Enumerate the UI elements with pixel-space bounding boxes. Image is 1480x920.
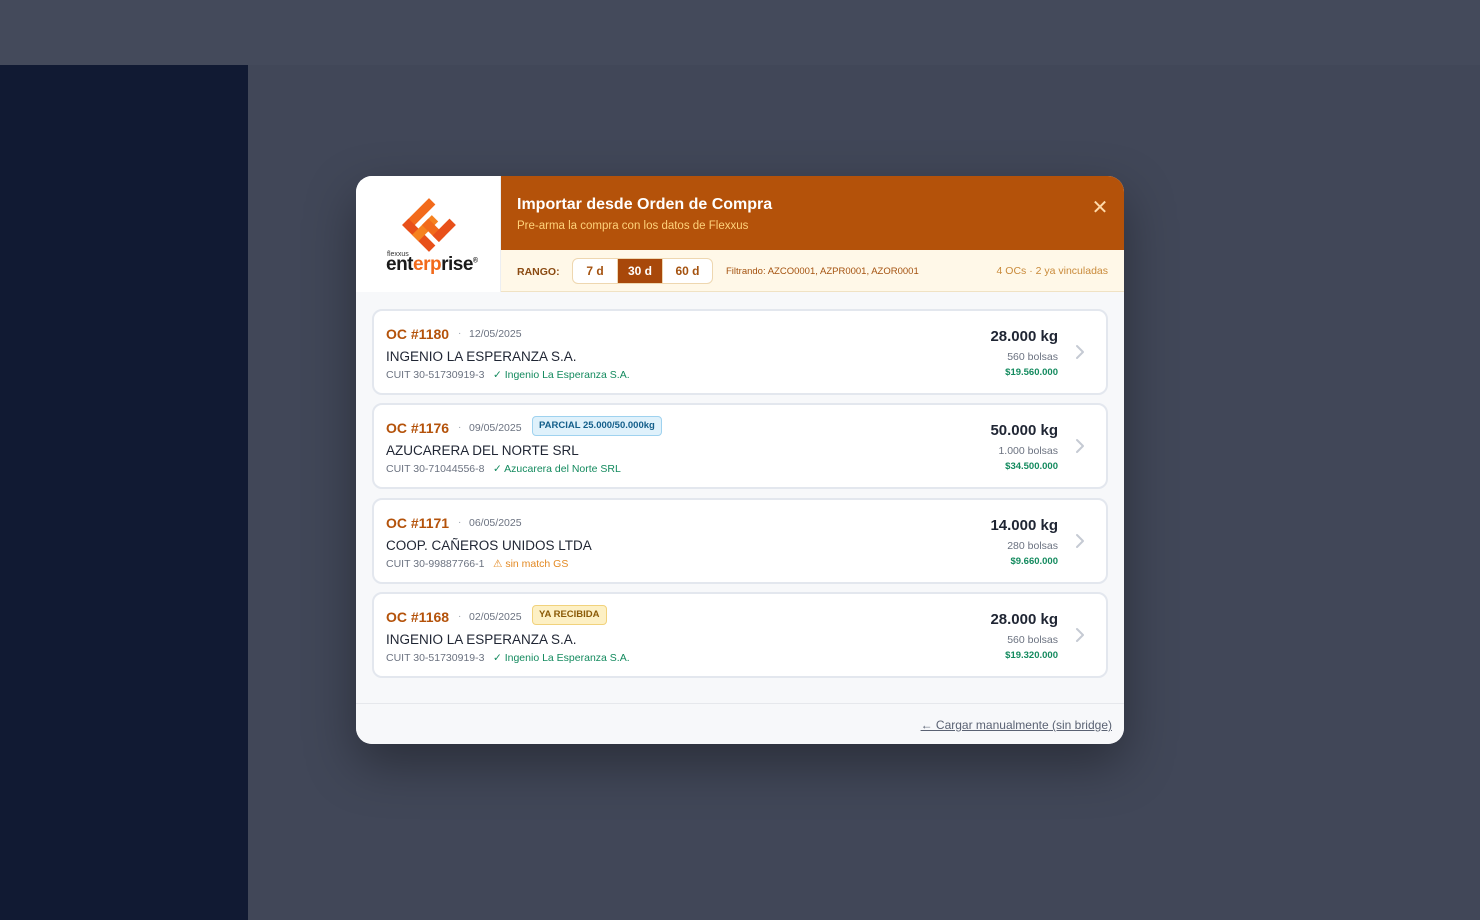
logo-wordmark: enterprise® [386,254,478,276]
order-weight: 28.000 kg [990,611,1058,628]
order-number: OC #1168 [386,609,450,625]
chevron-right-icon [1076,534,1084,548]
manual-load-link[interactable]: ← Cargar manualmente (sin bridge) [921,718,1112,732]
order-number: OC #1171 [386,515,450,531]
separator: · [458,328,462,339]
supplier-match: ✓ Ingenio La Esperanza S.A. [493,369,630,381]
app-sidebar [0,65,248,920]
supplier-cuit: CUIT 30-51730919-3 [386,652,485,664]
range-30d-button[interactable]: 30 d [618,259,663,283]
order-card[interactable]: OC #1171 · 06/05/2025 COOP. CAÑEROS UNID… [372,498,1108,584]
supplier-no-match-warning: ⚠ sin match GS [493,558,569,570]
order-weight: 28.000 kg [990,328,1058,345]
order-date: 12/05/2025 [469,328,522,340]
separator: · [458,611,462,622]
chevron-right-icon [1076,345,1084,359]
modal-footer: ← Cargar manualmente (sin bridge) [356,703,1124,744]
import-oc-modal: flexxus enterprise® Importar desde Orden… [356,176,1124,744]
order-bags: 560 bolsas [1007,634,1058,646]
order-date: 02/05/2025 [469,611,522,623]
supplier-cuit: CUIT 30-51730919-3 [386,369,485,381]
supplier-match: ✓ Azucarera del Norte SRL [493,463,621,475]
range-7d-button[interactable]: 7 d [573,259,618,283]
supplier-match: ✓ Ingenio La Esperanza S.A. [493,652,630,664]
order-amount: $19.560.000 [1005,367,1058,378]
order-number: OC #1176 [386,420,450,436]
modal-title: Importar desde Orden de Compra [517,196,773,213]
range-label: RANGO: [517,266,560,278]
filter-products-text: Filtrando: AZCO0001, AZPR0001, AZOR0001 [726,266,919,277]
modal-title-bar: Importar desde Orden de Compra Pre-arma … [501,176,1124,250]
supplier-name: COOP. CAÑEROS UNIDOS LTDA [386,538,592,553]
order-weight: 50.000 kg [990,422,1058,439]
brand-logo: flexxus enterprise® [356,176,501,292]
order-amount: $19.320.000 [1005,650,1058,661]
order-bags: 1.000 bolsas [998,445,1058,457]
app-topbar [0,0,1480,65]
received-badge: YA RECIBIDA [532,605,607,625]
order-date: 06/05/2025 [469,517,522,529]
order-amount: $34.500.000 [1005,461,1058,472]
chevron-right-icon [1076,439,1084,453]
chevron-right-icon [1076,628,1084,642]
supplier-name: INGENIO LA ESPERANZA S.A. [386,632,577,647]
supplier-name: INGENIO LA ESPERANZA S.A. [386,349,577,364]
order-number: OC #1180 [386,326,450,342]
close-icon[interactable]: ✕ [1090,198,1110,218]
supplier-name: AZUCARERA DEL NORTE SRL [386,443,579,458]
supplier-cuit: CUIT 30-99887766-1 [386,558,485,570]
order-weight: 14.000 kg [990,517,1058,534]
separator: · [458,422,462,433]
order-card[interactable]: OC #1176 · 09/05/2025 PARCIAL 25.000/50.… [372,403,1108,489]
filter-bar: RANGO: 7 d 30 d 60 d Filtrando: AZCO0001… [501,250,1124,292]
logo-registered-mark: ® [472,257,478,265]
logo-word-c: rise [441,254,473,275]
modal-header: flexxus enterprise® Importar desde Orden… [356,176,1124,292]
order-card[interactable]: OC #1168 · 02/05/2025 YA RECIBIDA INGENI… [372,592,1108,678]
orders-count: 4 OCs · 2 ya vinculadas [996,265,1108,277]
range-60d-button[interactable]: 60 d [663,259,712,283]
supplier-cuit: CUIT 30-71044556-8 [386,463,485,475]
order-date: 09/05/2025 [469,422,522,434]
flexxus-logo-icon [402,198,456,252]
order-amount: $9.660.000 [1010,556,1058,567]
separator: · [458,517,462,528]
range-selector: 7 d 30 d 60 d [572,258,713,284]
order-card[interactable]: OC #1180 · 12/05/2025 INGENIO LA ESPERAN… [372,309,1108,395]
order-bags: 560 bolsas [1007,351,1058,363]
modal-subtitle: Pre-arma la compra con los datos de Flex… [517,220,749,232]
partial-badge: PARCIAL 25.000/50.000kg [532,416,662,436]
logo-word-a: ent [386,254,414,275]
logo-word-b: erp [413,254,442,275]
order-bags: 280 bolsas [1007,540,1058,552]
